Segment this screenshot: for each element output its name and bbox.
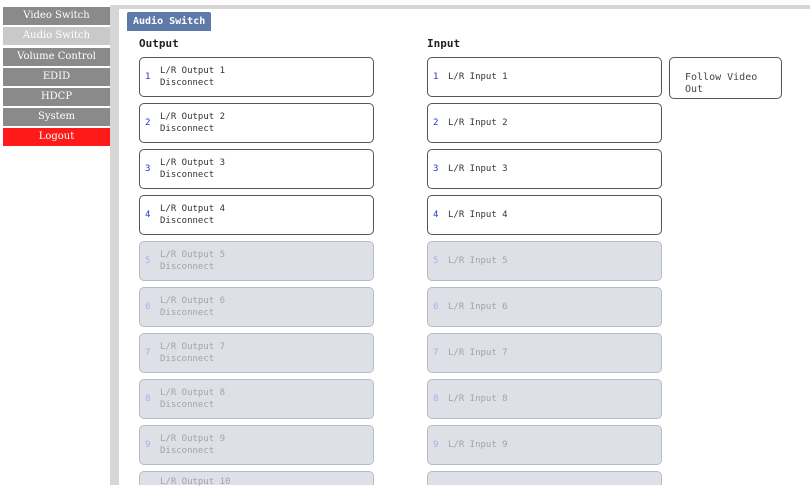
output-status: Disconnect [160, 354, 215, 364]
output-number: 4 [145, 210, 151, 220]
output-label: L/R Output 4 [160, 204, 226, 214]
output-label: L/R Output 9 [160, 434, 226, 444]
input-button-8: 8 L/R Input 8 [427, 379, 662, 419]
output-status: Disconnect [160, 124, 215, 134]
input-number: 7 [433, 348, 439, 358]
output-status: Disconnect [160, 78, 215, 88]
input-number: 1 [433, 72, 439, 82]
output-button-9: 9 L/R Output 9 Disconnect [139, 425, 374, 465]
output-label: L/R Output 7 [160, 342, 226, 352]
output-status: Disconnect [160, 170, 215, 180]
sidebar-item-system[interactable]: System [3, 108, 110, 126]
sidebar-item-volume-control[interactable]: Volume Control [3, 48, 110, 66]
output-button-8: 8 L/R Output 8 Disconnect [139, 379, 374, 419]
sidebar-item-logout[interactable]: Logout [3, 128, 110, 146]
output-number: 5 [145, 256, 151, 266]
input-number: 4 [433, 210, 439, 220]
sidebar-nav: Video Switch Audio Switch Volume Control… [0, 0, 110, 485]
follow-video-out-label: Follow Video Out [685, 72, 758, 95]
output-label: L/R Output 8 [160, 388, 226, 398]
output-button-5: 5 L/R Output 5 Disconnect [139, 241, 374, 281]
output-number: 7 [145, 348, 151, 358]
output-status: Disconnect [160, 400, 215, 410]
output-label: L/R Output 3 [160, 158, 226, 168]
input-button-10 [427, 471, 662, 485]
output-button-10: L/R Output 10 [139, 471, 374, 487]
input-label: L/R Input 4 [448, 210, 508, 220]
output-label: L/R Output 6 [160, 296, 226, 306]
output-label: L/R Output 1 [160, 66, 226, 76]
input-button-3[interactable]: 3 L/R Input 3 [427, 149, 662, 189]
input-number: 9 [433, 440, 439, 450]
output-number: 3 [145, 164, 151, 174]
input-button-2[interactable]: 2 L/R Input 2 [427, 103, 662, 143]
input-button-6: 6 L/R Input 6 [427, 287, 662, 327]
output-button-6: 6 L/R Output 6 Disconnect [139, 287, 374, 327]
output-status: Disconnect [160, 216, 215, 226]
input-label: L/R Input 7 [448, 348, 508, 358]
input-label: L/R Input 9 [448, 440, 508, 450]
output-status: Disconnect [160, 308, 215, 318]
output-label: L/R Output 2 [160, 112, 226, 122]
input-label: L/R Input 1 [448, 72, 508, 82]
output-label: L/R Output 5 [160, 250, 226, 260]
input-label: L/R Input 5 [448, 256, 508, 266]
input-label: L/R Input 8 [448, 394, 508, 404]
input-button-1[interactable]: 1 L/R Input 1 [427, 57, 662, 97]
output-label: L/R Output 10 [160, 477, 231, 487]
output-number: 8 [145, 394, 151, 404]
sidebar-item-edid[interactable]: EDID [3, 68, 110, 86]
follow-video-out-button[interactable]: Follow Video Out [669, 57, 782, 99]
output-status: Disconnect [160, 446, 215, 456]
output-button-3[interactable]: 3 L/R Output 3 Disconnect [139, 149, 374, 189]
input-button-5: 5 L/R Input 5 [427, 241, 662, 281]
input-number: 6 [433, 302, 439, 312]
output-button-4[interactable]: 4 L/R Output 4 Disconnect [139, 195, 374, 235]
input-label: L/R Input 2 [448, 118, 508, 128]
input-column-title: Input [427, 37, 461, 50]
input-button-4[interactable]: 4 L/R Input 4 [427, 195, 662, 235]
sidebar-item-audio-switch[interactable]: Audio Switch [3, 27, 110, 45]
sidebar-item-video-switch[interactable]: Video Switch [3, 7, 110, 25]
input-button-7: 7 L/R Input 7 [427, 333, 662, 373]
output-button-7: 7 L/R Output 7 Disconnect [139, 333, 374, 373]
output-column-title: Output [139, 37, 179, 50]
output-button-2[interactable]: 2 L/R Output 2 Disconnect [139, 103, 374, 143]
input-label: L/R Input 3 [448, 164, 508, 174]
output-status: Disconnect [160, 262, 215, 272]
input-number: 8 [433, 394, 439, 404]
output-button-1[interactable]: 1 L/R Output 1 Disconnect [139, 57, 374, 97]
input-number: 5 [433, 256, 439, 266]
output-number: 9 [145, 440, 151, 450]
output-number: 2 [145, 118, 151, 128]
page-title-tab: Audio Switch [127, 12, 212, 31]
input-button-9: 9 L/R Input 9 [427, 425, 662, 465]
input-number: 2 [433, 118, 439, 128]
sidebar-item-hdcp[interactable]: HDCP [3, 88, 110, 106]
input-number: 3 [433, 164, 439, 174]
input-label: L/R Input 6 [448, 302, 508, 312]
output-number: 1 [145, 72, 151, 82]
output-number: 6 [145, 302, 151, 312]
